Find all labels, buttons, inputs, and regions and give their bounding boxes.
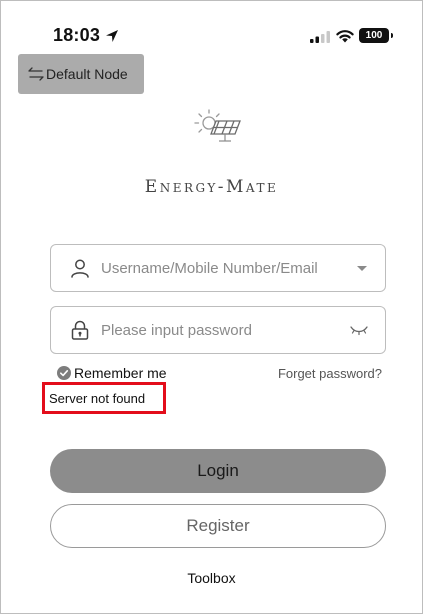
eye-closed-icon[interactable] (349, 323, 369, 337)
phone-screen: 18:03 100 Default Node Energy-Mate Usern… (0, 0, 423, 614)
password-field[interactable] (50, 306, 386, 354)
register-button[interactable]: Register (50, 504, 386, 548)
location-arrow-icon (106, 30, 118, 42)
error-message: Server not found (49, 390, 146, 406)
toolbox-link[interactable]: Toolbox (1, 570, 422, 586)
password-input[interactable] (101, 321, 349, 339)
swap-arrows-icon (28, 67, 44, 81)
brand-name: Energy-Mate (144, 177, 279, 197)
username-field[interactable] (50, 244, 386, 292)
battery-indicator: 100 (359, 28, 393, 43)
remember-me-label: Remember me (74, 365, 167, 381)
solar-panel-logo-icon (194, 109, 241, 142)
user-icon (71, 259, 89, 278)
chevron-down-icon[interactable] (355, 263, 369, 273)
default-node-label: Default Node (46, 66, 128, 82)
username-input[interactable] (101, 259, 355, 277)
lock-icon (71, 320, 89, 340)
wifi-icon (336, 30, 354, 43)
status-bar: 18:03 100 (1, 1, 422, 47)
check-circle-icon[interactable] (57, 366, 71, 380)
remember-me-checkbox[interactable]: Remember me (57, 365, 167, 381)
forgot-password-link[interactable]: Forget password? (278, 366, 382, 381)
status-time: 18:03 (53, 25, 101, 45)
login-button[interactable]: Login (50, 449, 386, 493)
cellular-signal-icon (310, 31, 330, 43)
error-highlight-box: Server not found (42, 382, 166, 414)
default-node-button[interactable]: Default Node (18, 54, 144, 94)
